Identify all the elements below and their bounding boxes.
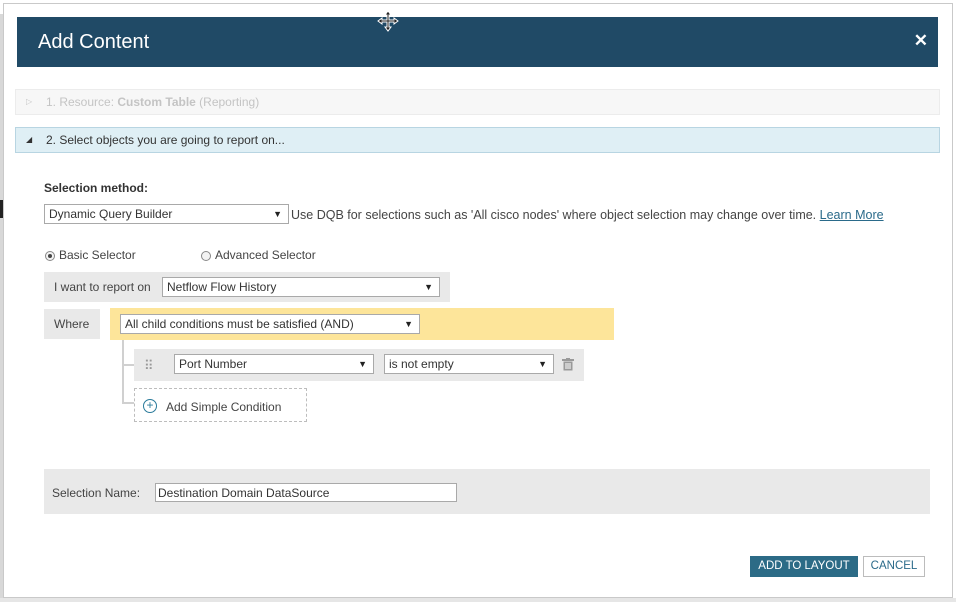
report-on-bar: I want to report on Netflow Flow History… [44,272,450,302]
where-label: Where [54,317,90,331]
basic-selector-radio[interactable]: Basic Selector [45,248,136,262]
report-on-label: I want to report on [54,280,151,294]
dqb-hint-text: Use DQB for selections such as 'All cisc… [291,208,817,222]
cancel-button[interactable]: CANCEL [863,556,925,577]
drag-handle-icon[interactable]: ⠿ [144,358,153,374]
background-footer [0,598,956,602]
add-simple-condition-button[interactable]: + Add Simple Condition [134,388,307,422]
radio-selected-icon [45,251,55,261]
learn-more-link[interactable]: Learn More [820,208,884,222]
dropdown-caret-icon: ▼ [358,359,367,369]
advanced-selector-label: Advanced Selector [215,248,316,262]
condition-row: ⠿ Port Number ▼ is not empty ▼ [134,349,584,381]
selection-name-label: Selection Name: [52,486,141,500]
report-on-value: Netflow Flow History [167,280,277,294]
step-select-objects[interactable]: ◢ 2. Select objects you are going to rep… [15,127,940,153]
move-cursor-icon [377,10,399,32]
condition-field-value: Port Number [179,357,248,371]
where-condition-bar: All child conditions must be satisfied (… [110,308,614,340]
condition-operator-select[interactable]: is not empty ▼ [384,354,554,374]
trash-icon[interactable] [562,358,574,371]
dialog-titlebar[interactable]: Add Content ✕ [17,17,938,67]
step-resource[interactable]: ▷ 1. Resource: Custom Table (Reporting) [15,89,940,115]
add-to-layout-button[interactable]: ADD TO LAYOUT [750,556,858,577]
step-select-objects-label: 2. Select objects you are going to repor… [46,133,285,147]
dropdown-caret-icon: ▼ [404,319,413,329]
plus-circle-icon: + [143,399,157,413]
selection-method-value: Dynamic Query Builder [49,207,173,221]
condition-mode-value: All child conditions must be satisfied (… [125,317,354,331]
add-content-dialog: Add Content ✕ ▷ 1. Resource: Custom Tabl… [3,3,953,598]
selection-method-label: Selection method: [44,181,149,195]
condition-mode-select[interactable]: All child conditions must be satisfied (… [120,314,420,334]
where-box: Where [44,309,100,339]
collapsed-arrow-icon: ▷ [26,97,33,106]
condition-field-select[interactable]: Port Number ▼ [174,354,374,374]
dropdown-caret-icon: ▼ [273,209,282,219]
selection-name-input[interactable] [155,483,457,502]
dropdown-caret-icon: ▼ [424,282,433,292]
close-icon[interactable]: ✕ [914,31,928,51]
selection-name-bar: Selection Name: [44,469,930,514]
dialog-title: Add Content [38,31,150,53]
basic-selector-label: Basic Selector [59,248,136,262]
tree-connector [122,340,124,404]
condition-operator-value: is not empty [389,357,454,371]
expanded-arrow-icon: ◢ [26,135,33,144]
radio-unselected-icon [201,251,211,261]
dqb-hint: Use DQB for selections such as 'All cisc… [291,208,884,222]
add-simple-condition-label: Add Simple Condition [166,400,282,414]
report-on-select[interactable]: Netflow Flow History ▼ [162,277,440,297]
advanced-selector-radio[interactable]: Advanced Selector [201,248,316,262]
selection-method-select[interactable]: Dynamic Query Builder ▼ [44,204,289,224]
dropdown-caret-icon: ▼ [538,359,547,369]
step-resource-label: 1. Resource: Custom Table (Reporting) [46,95,260,109]
